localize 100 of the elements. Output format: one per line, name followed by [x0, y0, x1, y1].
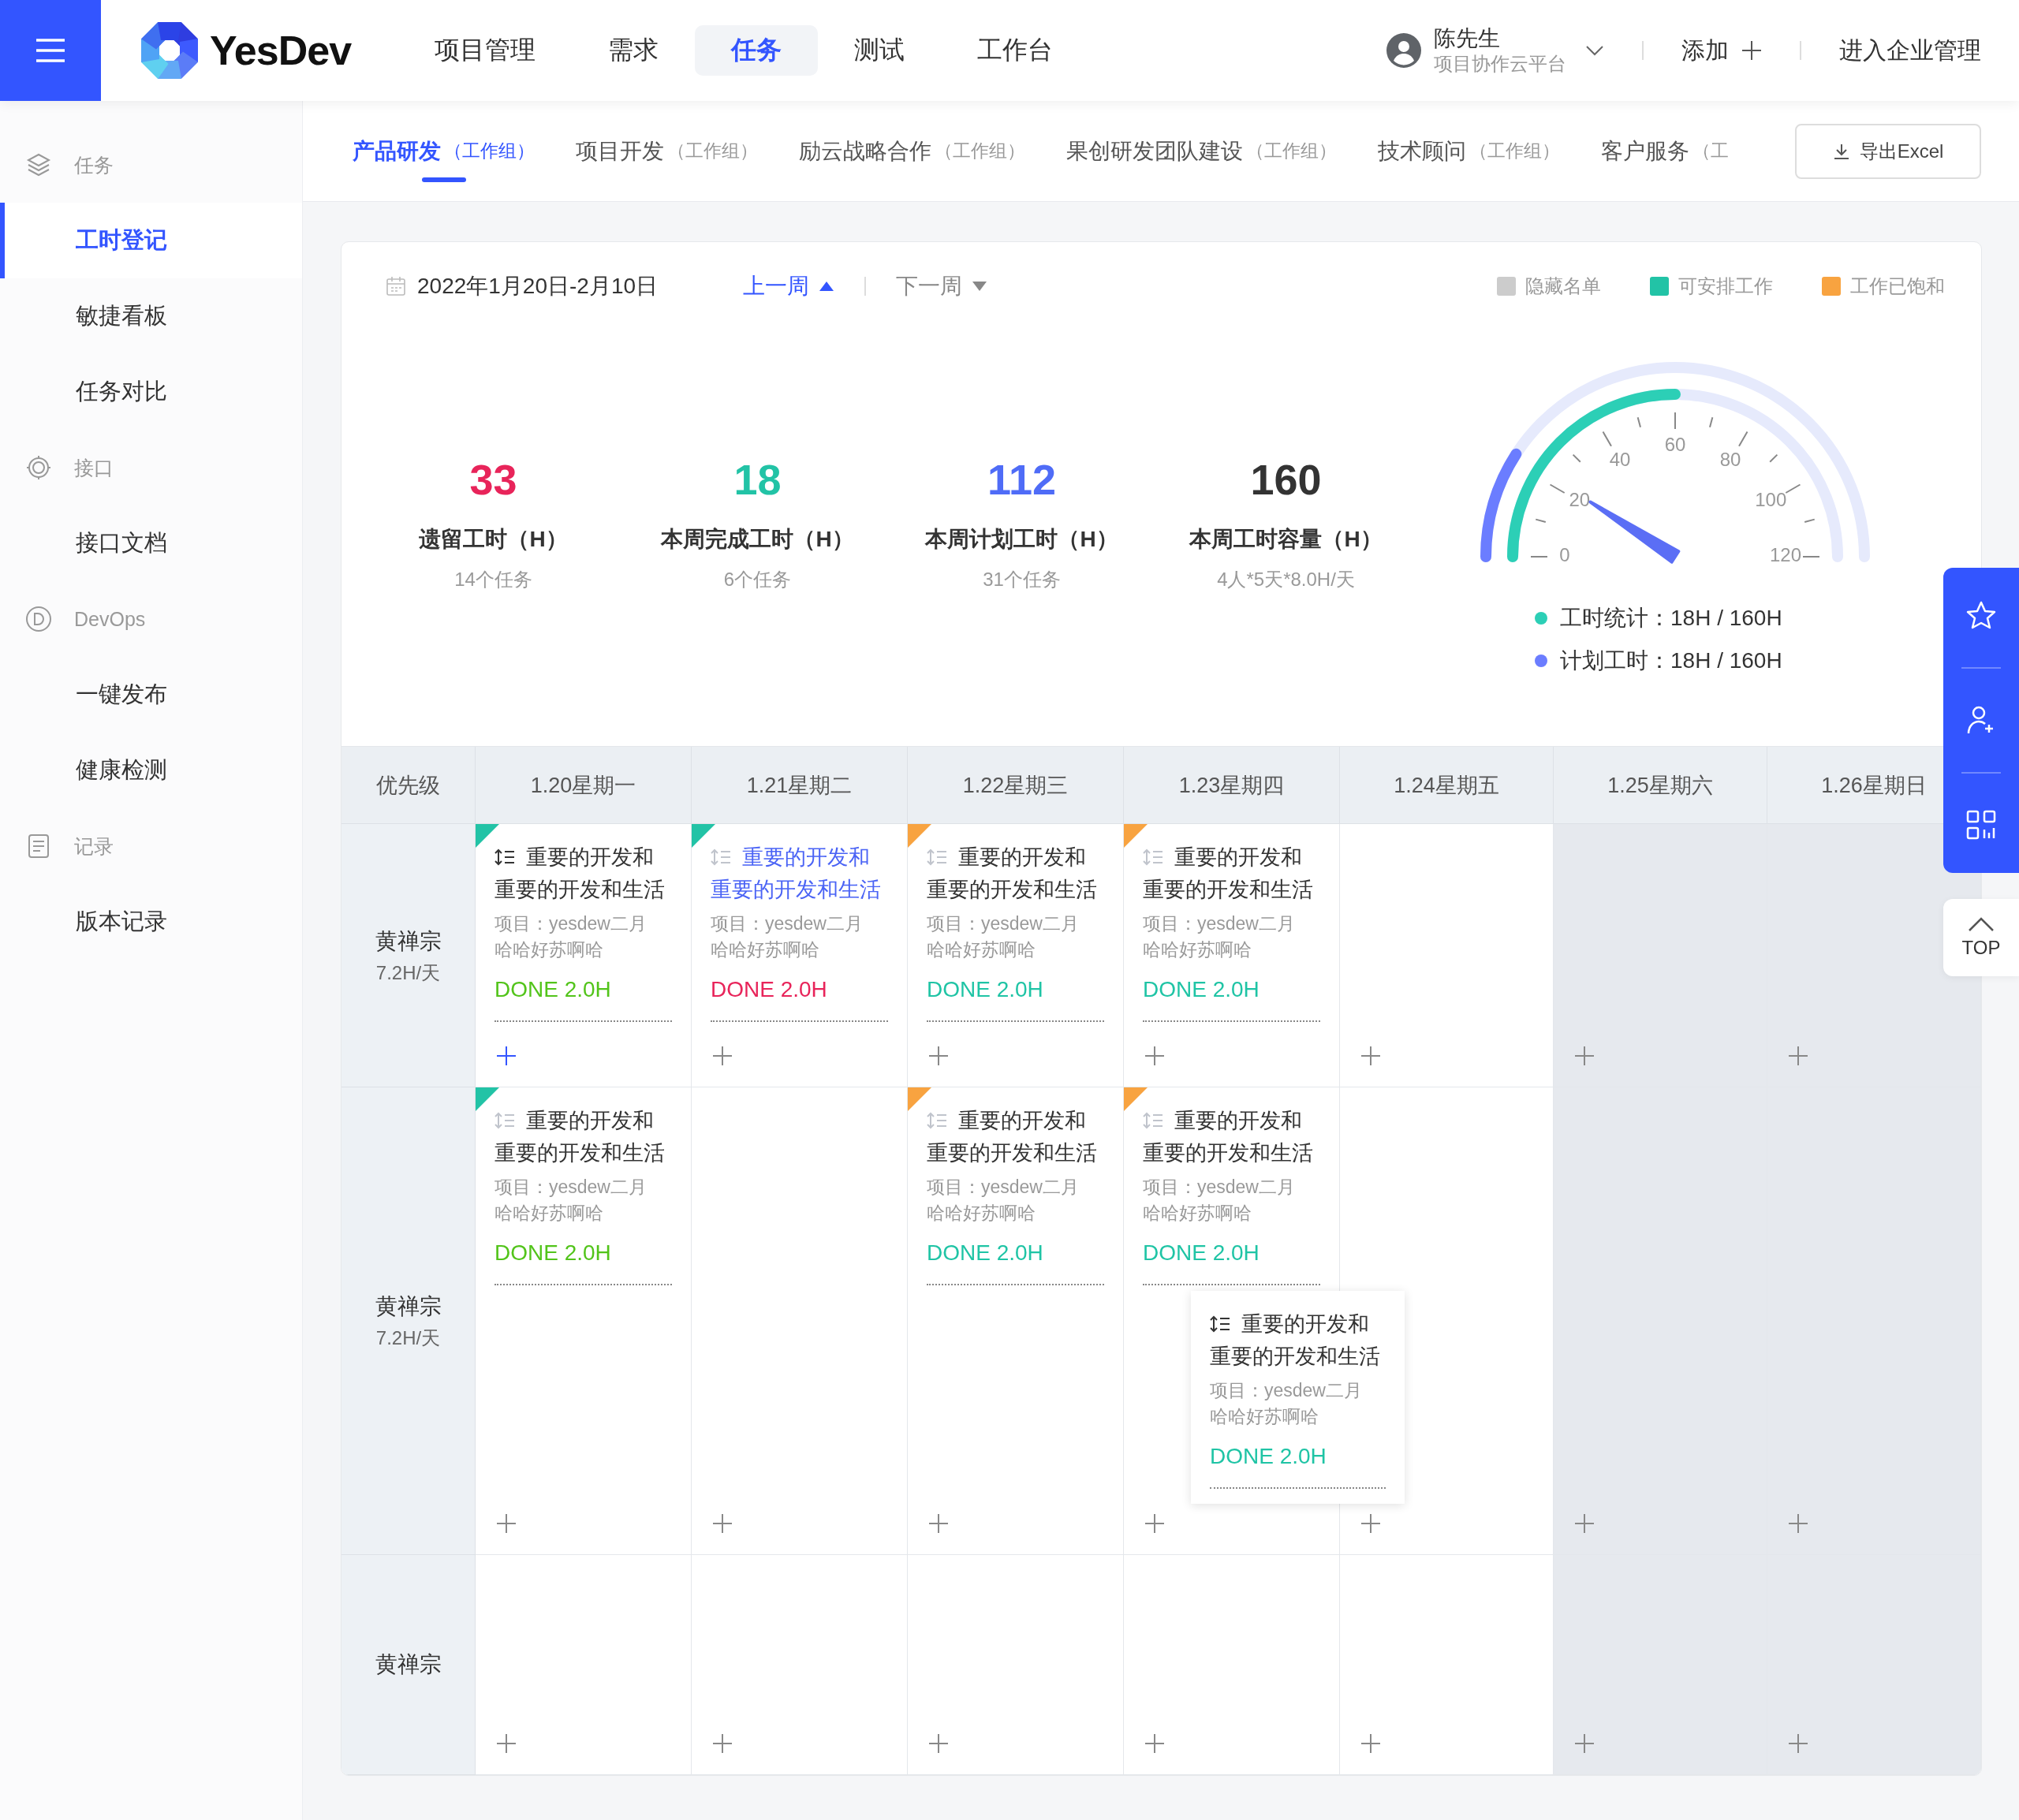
add-icon[interactable]	[712, 1513, 733, 1534]
task-title: 重要的开发和重要的开发和生活	[1143, 1109, 1313, 1165]
gauge-tick-label: 60	[1664, 434, 1686, 456]
legend-label: 工作已饱和	[1850, 274, 1945, 298]
add-icon[interactable]	[1360, 1513, 1381, 1534]
sidebar-group-label: DevOps	[74, 607, 146, 631]
task-project: 项目：yesdew二月哈哈好苏啊哈	[1210, 1379, 1363, 1428]
task-project: 项目：yesdew二月哈哈好苏啊哈	[494, 1176, 647, 1225]
gauge-tick-label: 0	[1559, 544, 1570, 566]
add-icon[interactable]	[1788, 1733, 1808, 1754]
add-icon[interactable]	[496, 1046, 517, 1066]
sidebar-item[interactable]: 一键发布	[0, 657, 302, 733]
tab[interactable]: 果创研发团队建设（工作组）	[1066, 101, 1337, 201]
stat-value: 160	[1250, 455, 1322, 504]
grid-icon[interactable]	[1965, 809, 1997, 841]
tab[interactable]: 励云战略合作（工作组）	[799, 101, 1025, 201]
nav-item[interactable]: 工作台	[941, 25, 1090, 76]
tab[interactable]: 技术顾问（工作组）	[1378, 101, 1560, 201]
sidebar-item[interactable]: 健康检测	[0, 733, 302, 808]
plus-icon	[1741, 40, 1762, 61]
add-icon[interactable]	[928, 1046, 949, 1066]
add-icon[interactable]	[1574, 1733, 1595, 1754]
nav-item[interactable]: 项目管理	[398, 25, 573, 76]
sidebar-item[interactable]: 任务对比	[0, 354, 302, 430]
next-week-button[interactable]: 下一周	[896, 271, 988, 301]
member-name: 黄禅宗	[375, 1293, 442, 1320]
sidebar-item[interactable]: 工时登记	[0, 203, 302, 278]
export-button[interactable]: 导出Excel	[1795, 123, 1981, 179]
task-title: 重要的开发和重要的开发和生活	[711, 845, 881, 901]
add-icon[interactable]	[1144, 1046, 1165, 1066]
add-icon[interactable]	[1360, 1733, 1381, 1754]
add-icon[interactable]	[928, 1733, 949, 1754]
nav-item[interactable]: 任务	[695, 25, 819, 76]
add-button[interactable]: 添加	[1681, 34, 1762, 67]
task-project: 项目：yesdew二月哈哈好苏啊哈	[927, 1176, 1080, 1225]
gauge-tick-label: 20	[1569, 489, 1591, 511]
task-title: 重要的开发和重要的开发和生活	[1143, 845, 1313, 901]
enterprise-admin-link[interactable]: 进入企业管理	[1839, 34, 1981, 67]
column-header: 1.20星期一	[476, 747, 692, 824]
triangle-up-icon	[819, 281, 835, 292]
gauge-tick-label: 120	[1770, 544, 1801, 566]
task-preview-tooltip[interactable]: 重要的开发和重要的开发和生活 项目：yesdew二月哈哈好苏啊哈 DONE 2.0H	[1191, 1291, 1405, 1504]
tab[interactable]: 项目开发（工作组）	[576, 101, 758, 201]
stat-caption: 14个任务	[454, 568, 532, 591]
stat-label: 遗留工时（H）	[419, 526, 568, 553]
triangle-down-icon	[972, 281, 988, 292]
sidebar-item[interactable]: 接口文档	[0, 505, 302, 581]
tab[interactable]: 产品研发（工作组）	[353, 101, 535, 201]
gauge-tick-label: 100	[1755, 489, 1787, 511]
circled-d-icon	[25, 606, 52, 632]
add-icon[interactable]	[1144, 1513, 1165, 1534]
sidebar-item[interactable]: 版本记录	[0, 884, 302, 960]
menu-icon	[35, 38, 66, 63]
stat-label: 本周工时容量（H）	[1189, 526, 1383, 553]
column-header: 1.23星期四	[1124, 747, 1340, 824]
member-rate: 7.2H/天	[375, 960, 441, 985]
add-icon[interactable]	[1574, 1513, 1595, 1534]
user-name: 陈先生	[1434, 25, 1501, 52]
previous-week-button[interactable]: 上一周	[743, 271, 835, 301]
chevron-down-icon[interactable]	[1585, 45, 1604, 56]
add-icon[interactable]	[496, 1733, 517, 1754]
column-header: 优先级	[341, 747, 476, 824]
nav-item[interactable]: 需求	[572, 25, 696, 76]
task-title: 重要的开发和重要的开发和生活	[494, 845, 665, 901]
add-icon[interactable]	[1144, 1733, 1165, 1754]
task-title: 重要的开发和重要的开发和生活	[1210, 1312, 1380, 1368]
task-project: 项目：yesdew二月哈哈好苏啊哈	[1143, 912, 1296, 961]
api-icon	[25, 454, 52, 481]
add-icon[interactable]	[1574, 1046, 1595, 1066]
task-project: 项目：yesdew二月哈哈好苏啊哈	[711, 912, 864, 961]
member-name: 黄禅宗	[375, 1651, 442, 1678]
back-to-top-button[interactable]: TOP	[1943, 899, 2019, 976]
task-project: 项目：yesdew二月哈哈好苏啊哈	[494, 912, 647, 961]
stat-value: 112	[987, 455, 1057, 504]
task-status: DONE 2.0H	[1143, 1240, 1260, 1266]
task-status: DONE 2.0H	[927, 976, 1044, 1003]
add-icon[interactable]	[928, 1513, 949, 1534]
tab[interactable]: 客户服务（工	[1601, 101, 1729, 201]
stat-caption: 4人*5天*8.0H/天	[1217, 568, 1355, 591]
nav-item[interactable]: 测试	[818, 25, 942, 76]
download-icon	[1832, 142, 1850, 160]
add-icon[interactable]	[712, 1733, 733, 1754]
gauge-legend-label: 计划工时：18H / 160H	[1560, 647, 1782, 674]
stat-label: 本周完成工时（H）	[661, 526, 854, 553]
add-icon[interactable]	[1788, 1513, 1808, 1534]
layers-icon	[25, 151, 52, 178]
add-icon[interactable]	[496, 1513, 517, 1534]
stat-value: 33	[469, 455, 517, 504]
add-icon[interactable]	[1788, 1046, 1808, 1066]
add-icon[interactable]	[712, 1046, 733, 1066]
task-status: DONE 2.0H	[1143, 976, 1260, 1003]
task-status: DONE 2.0H	[1210, 1443, 1327, 1470]
task-title: 重要的开发和重要的开发和生活	[494, 1109, 665, 1165]
calendar-icon[interactable]	[386, 276, 406, 296]
sidebar-group-label: 记录	[74, 834, 114, 859]
sidebar-item[interactable]: 敏捷看板	[0, 278, 302, 354]
menu-button[interactable]	[0, 0, 101, 101]
avatar-icon[interactable]	[1386, 33, 1421, 68]
add-icon[interactable]	[1360, 1046, 1381, 1066]
column-header: 1.24星期五	[1340, 747, 1554, 824]
